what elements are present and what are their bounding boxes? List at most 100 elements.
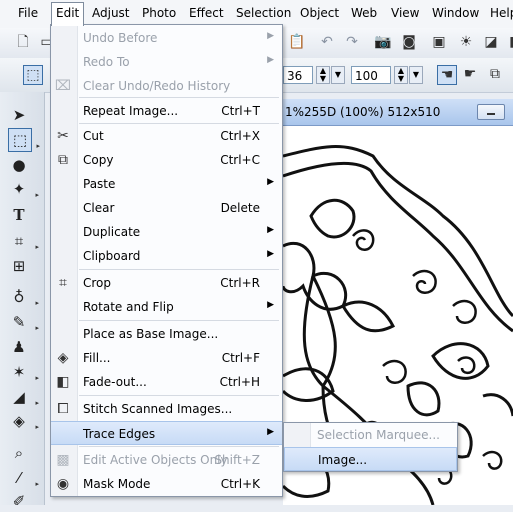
copy-icon: ⧉ <box>58 152 68 168</box>
menu-view[interactable]: View <box>391 6 419 20</box>
hand-select-icon[interactable]: ☚ <box>437 65 457 85</box>
menu-item-label: Clear Undo/Redo History <box>83 79 231 93</box>
menu-item-label: Duplicate <box>83 225 141 239</box>
menu-item-crop[interactable]: ⌗ Crop Ctrl+R <box>51 271 282 295</box>
menu-item-label: Redo To <box>83 55 130 69</box>
submenu-arrow-icon: ▶ <box>267 31 274 41</box>
submenu-arrow-icon: ▶ <box>267 249 274 259</box>
clone-tool-icon[interactable]: ♟ <box>8 336 30 358</box>
menu-item-shortcut: Ctrl+K <box>220 477 260 491</box>
submenu-item-selection-marquee[interactable]: Selection Marquee... <box>284 423 457 447</box>
submenu-arrow-icon: ▶ <box>267 300 274 310</box>
lasso-tool-icon[interactable]: ● <box>8 154 30 176</box>
menu-item-clipboard[interactable]: Clipboard ▶ <box>51 244 282 268</box>
brush-tool-icon[interactable]: ✎ ▸ <box>8 311 39 333</box>
menu-help[interactable]: Help <box>490 6 513 20</box>
menu-item-shortcut: Ctrl+H <box>219 375 260 389</box>
paste-icon[interactable]: 📋 <box>288 33 306 51</box>
menu-item-undo-before[interactable]: Undo Before ▶ <box>51 26 282 50</box>
retouch-tool-icon[interactable]: ♁ ▸ <box>8 286 40 308</box>
clear-history-icon: ⌧ <box>54 78 72 94</box>
minimize-button[interactable] <box>477 104 505 120</box>
menu-item-label: Repeat Image... <box>83 104 179 118</box>
menu-item-stitch-scanned-images[interactable]: ⧠ Stitch Scanned Images... <box>51 397 282 421</box>
submenu-arrow-icon: ▶ <box>267 225 274 235</box>
transform-tool-icon[interactable]: ⊞ <box>8 255 30 277</box>
crop-tool-icon[interactable]: ⌗ ▸ <box>8 230 39 252</box>
menu-item-label: Clear <box>83 201 115 215</box>
selection-tool-icon[interactable]: ⬚ ▸ <box>8 128 40 152</box>
more-tools-icon[interactable]: ▮ <box>504 33 513 51</box>
menu-item-label: Fill... <box>83 351 111 365</box>
menu-item-label: Cut <box>83 129 104 143</box>
field-b-dropdown[interactable]: ▼ <box>409 66 423 84</box>
field-b-input[interactable]: 100 <box>351 66 391 84</box>
menu-item-label: Clipboard <box>83 249 141 263</box>
menu-item-clear[interactable]: Clear Delete <box>51 196 282 220</box>
menu-item-label: Copy <box>83 153 114 167</box>
group-select-icon[interactable]: ⧉ <box>486 65 504 83</box>
menu-item-duplicate[interactable]: Duplicate ▶ <box>51 220 282 244</box>
fill-tool-icon[interactable]: ◈ ▸ <box>8 410 39 432</box>
menu-item-fade-out[interactable]: ◧ Fade-out... Ctrl+H <box>51 370 282 394</box>
menu-object[interactable]: Object <box>300 6 339 20</box>
menu-item-label: Crop <box>83 276 112 290</box>
submenu-item-label: Image... <box>318 453 368 467</box>
multi-select-icon[interactable]: ☛ <box>461 65 479 83</box>
menu-separator <box>79 97 279 98</box>
new-file-icon[interactable]: 🗋 <box>14 33 32 51</box>
field-a-input[interactable]: 36 <box>283 66 313 84</box>
menu-item-paste[interactable]: Paste ▶ <box>51 172 282 196</box>
effect-brush-tool-icon[interactable]: ✶ ▸ <box>8 361 39 383</box>
menu-edit[interactable]: Edit <box>51 2 85 26</box>
menu-item-shortcut: Ctrl+C <box>220 153 260 167</box>
text-tool-icon[interactable]: T <box>8 204 30 226</box>
menu-selection[interactable]: Selection <box>236 6 291 20</box>
magic-wand-tool-icon[interactable]: ✦ ▸ <box>8 178 39 200</box>
field-b-spinner[interactable]: ▲ ▼ <box>394 66 408 84</box>
menu-item-cut[interactable]: ✂ Cut Ctrl+X <box>51 124 282 148</box>
menu-item-trace-edges[interactable]: Trace Edges ▶ <box>51 421 282 445</box>
field-a-dropdown[interactable]: ▼ <box>331 66 345 84</box>
selection-mode-icon[interactable]: ⬚ <box>23 65 43 85</box>
menu-effect[interactable]: Effect <box>189 6 224 20</box>
menu-item-shortcut: Ctrl+F <box>221 351 260 365</box>
undo-icon[interactable]: ↶ <box>318 33 336 51</box>
eyedropper-tool-icon[interactable]: ⁄ ▸ <box>8 467 39 489</box>
camera-icon[interactable]: 📷 <box>374 33 392 51</box>
submenu-arrow-icon: ▶ <box>267 177 274 187</box>
menu-item-fill[interactable]: ◈ Fill... Ctrl+F <box>51 346 282 370</box>
graph-icon[interactable]: ◪ <box>482 33 500 51</box>
fill-bucket-icon: ◈ <box>57 350 69 366</box>
menu-item-copy[interactable]: ⧉ Copy Ctrl+C <box>51 148 282 172</box>
menu-file[interactable]: File <box>18 6 38 20</box>
pen-tool-icon[interactable]: ✐ <box>8 490 30 512</box>
crop-icon: ⌗ <box>59 275 67 291</box>
submenu-item-image[interactable]: Image... <box>284 447 457 471</box>
menu-adjust[interactable]: Adjust <box>92 6 130 20</box>
menu-photo[interactable]: Photo <box>142 6 176 20</box>
menu-item-shortcut: Shift+Z <box>214 453 260 467</box>
menu-item-rotate-and-flip[interactable]: Rotate and Flip ▶ <box>51 295 282 319</box>
menu-web[interactable]: Web <box>351 6 377 20</box>
menu-item-redo-to[interactable]: Redo To ▶ <box>51 50 282 74</box>
menu-item-edit-active-objects-only[interactable]: ▩ Edit Active Objects Only Shift+Z <box>51 448 282 472</box>
menu-item-mask-mode[interactable]: ◉ Mask Mode Ctrl+K <box>51 472 282 496</box>
eraser-tool-icon[interactable]: ◢ ▸ <box>8 386 39 408</box>
pointer-tool-icon[interactable]: ➤ <box>8 104 30 126</box>
field-a-spinner[interactable]: ▲ ▼ <box>316 66 330 84</box>
brightness-icon[interactable]: ☀ <box>457 33 475 51</box>
menu-item-repeat-image[interactable]: Repeat Image... Ctrl+T <box>51 99 282 123</box>
menu-item-clear-undo-redo-history[interactable]: ⌧ Clear Undo/Redo History <box>51 74 282 98</box>
menu-item-label: Undo Before <box>83 31 158 45</box>
menu-item-label: Paste <box>83 177 116 191</box>
capture-icon[interactable]: ◙ <box>400 33 418 51</box>
menu-window[interactable]: Window <box>432 6 479 20</box>
menu-separator <box>79 395 279 396</box>
monitor-icon[interactable]: ▣ <box>430 33 448 51</box>
redo-icon[interactable]: ↷ <box>343 33 361 51</box>
zoom-tool-icon[interactable]: ⌕ <box>8 442 30 464</box>
menu-item-label: Place as Base Image... <box>83 327 219 341</box>
submenu-arrow-icon: ▶ <box>267 55 274 65</box>
menu-item-place-as-base-image[interactable]: Place as Base Image... <box>51 322 282 346</box>
